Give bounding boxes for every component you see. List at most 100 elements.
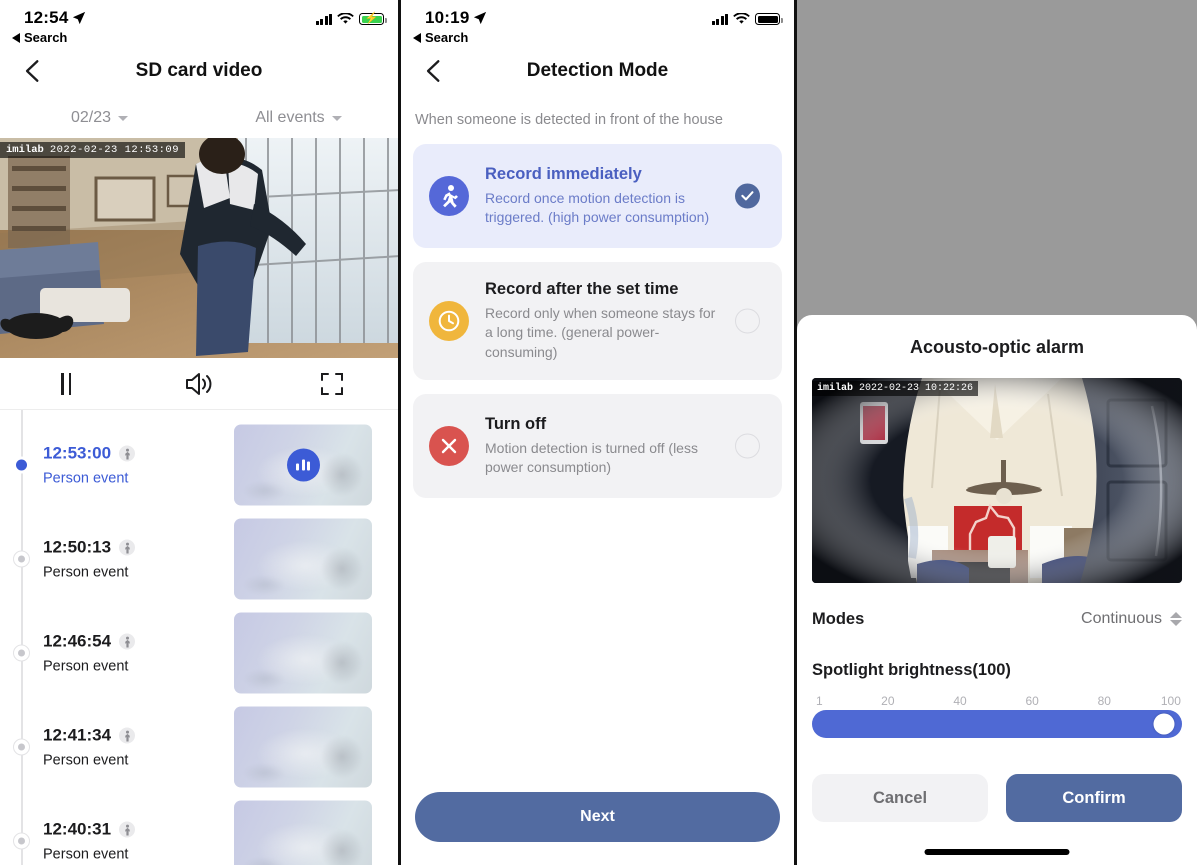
fullscreen-icon bbox=[320, 372, 343, 395]
slider-knob[interactable] bbox=[1153, 713, 1174, 735]
cancel-button[interactable]: Cancel bbox=[812, 774, 988, 822]
event-type-filter[interactable]: All events bbox=[199, 109, 398, 127]
event-thumbnail[interactable] bbox=[234, 800, 372, 865]
option-description: Record once motion detection is triggere… bbox=[485, 189, 710, 225]
video-player[interactable]: imilab 2022-02-23 12:53:09 bbox=[0, 138, 398, 358]
clock-icon bbox=[429, 300, 469, 341]
detection-hint: When someone is detected in front of the… bbox=[415, 112, 723, 128]
battery-icon: ⚡ bbox=[359, 12, 387, 25]
volume-icon bbox=[186, 372, 212, 395]
panel-detection-mode: 10:19 Search Detection Mode When someone… bbox=[401, 0, 797, 865]
status-time: 12:54 bbox=[24, 8, 86, 28]
check-icon bbox=[741, 191, 754, 201]
event-thumbnail[interactable] bbox=[234, 612, 372, 694]
back-to-search-label: Search bbox=[24, 30, 68, 45]
slider-track[interactable] bbox=[812, 710, 1182, 738]
nav-bar-mid: Detection Mode bbox=[401, 44, 794, 98]
option-radio[interactable] bbox=[735, 433, 760, 459]
modes-value: Continuous bbox=[1081, 610, 1162, 627]
option-radio-selected[interactable] bbox=[735, 183, 760, 209]
date-filter-label: 02/23 bbox=[70, 109, 112, 126]
event-info: 12:40:31 Person event bbox=[43, 820, 136, 863]
event-thumbnail[interactable] bbox=[234, 706, 372, 788]
spotlight-brightness-slider[interactable]: 1 20 40 60 80 100 bbox=[797, 694, 1197, 738]
back-button[interactable] bbox=[421, 58, 447, 84]
event-time: 12:50:13 bbox=[43, 537, 112, 557]
panel-activity-zone-detection: 10:22 Activity Zone Detection bbox=[797, 0, 1197, 865]
modes-row[interactable]: Modes Continuous bbox=[797, 593, 1197, 645]
event-time-row: 12:40:31 bbox=[43, 820, 136, 840]
slider-tick: 40 bbox=[953, 694, 967, 708]
battery-icon bbox=[755, 13, 783, 25]
option-radio[interactable] bbox=[735, 308, 760, 334]
pause-icon bbox=[61, 372, 72, 395]
sheet-actions: Cancel Confirm bbox=[812, 774, 1182, 822]
event-time: 12:41:34 bbox=[43, 725, 112, 745]
status-indicators-mid bbox=[711, 13, 783, 25]
list-item[interactable]: 12:46:54 Person event bbox=[0, 606, 398, 700]
detection-mode-options: Record immediately Record once motion de… bbox=[401, 128, 794, 498]
status-time: 10:19 bbox=[425, 8, 487, 28]
next-button[interactable]: Next bbox=[415, 792, 780, 842]
list-item[interactable]: 12:50:13 Person event bbox=[0, 512, 398, 606]
charging-bolt-icon: ⚡ bbox=[364, 12, 379, 25]
event-info: 12:50:13 Person event bbox=[43, 537, 136, 581]
wifi-icon bbox=[337, 13, 354, 24]
chevron-down-icon bbox=[331, 115, 342, 121]
option-turn-off[interactable]: Turn off Motion detection is turned off … bbox=[413, 393, 782, 498]
event-time-row: 12:41:34 bbox=[43, 725, 136, 746]
acousto-optic-alarm-sheet: Acousto-optic alarm imilab 2022-02-23 10… bbox=[797, 315, 1197, 865]
event-info: 12:46:54 Person event bbox=[43, 632, 136, 675]
camera-brand-label: imilab bbox=[817, 383, 854, 394]
filter-bar: 02/23 All events bbox=[0, 98, 398, 138]
timeline-dot bbox=[13, 738, 30, 756]
up-down-stepper-icon[interactable] bbox=[1170, 612, 1182, 626]
close-x-icon bbox=[429, 425, 469, 466]
nav-bar-left: SD card video bbox=[0, 44, 398, 98]
list-item[interactable]: 12:40:31 Person event bbox=[0, 794, 398, 865]
status-indicators-left: ⚡ bbox=[315, 12, 387, 25]
back-to-search[interactable]: Search bbox=[12, 30, 67, 45]
option-body: Record after the set time Record only wh… bbox=[485, 280, 766, 362]
slider-ticks: 1 20 40 60 80 100 bbox=[812, 694, 1182, 710]
list-item[interactable]: 12:41:34 Person event bbox=[0, 700, 398, 794]
slider-tick: 1 bbox=[816, 694, 823, 708]
event-timeline: 12:53:00 Person event 12:50:13 Person ev… bbox=[0, 410, 398, 865]
date-filter[interactable]: 02/23 bbox=[0, 109, 199, 127]
slider-fill bbox=[812, 710, 1182, 738]
location-arrow-icon bbox=[474, 11, 487, 25]
fullscreen-button[interactable] bbox=[265, 372, 398, 395]
camera-preview[interactable]: imilab 2022-02-23 10:22:26 bbox=[812, 378, 1182, 583]
pause-button[interactable] bbox=[0, 372, 133, 395]
walking-person-icon bbox=[429, 176, 469, 216]
event-time: 12:53:00 bbox=[43, 443, 112, 463]
back-to-search-label: Search bbox=[425, 30, 469, 45]
back-to-search[interactable]: Search bbox=[413, 30, 468, 45]
option-record-after-set-time[interactable]: Record after the set time Record only wh… bbox=[413, 262, 782, 380]
event-thumbnail[interactable] bbox=[234, 424, 372, 506]
thumbnail-image bbox=[234, 800, 372, 865]
back-button[interactable] bbox=[20, 58, 46, 84]
wifi-icon bbox=[733, 13, 750, 24]
slider-tick: 80 bbox=[1097, 694, 1111, 708]
slider-tick: 60 bbox=[1025, 694, 1039, 708]
camera-preview-timestamp: imilab 2022-02-23 10:22:26 bbox=[812, 381, 979, 396]
camera-stamp-label: 2022-02-23 12:53:09 bbox=[49, 144, 180, 156]
cellular-signal-icon bbox=[315, 13, 332, 25]
home-indicator bbox=[924, 849, 1070, 855]
event-label: Person event bbox=[43, 658, 129, 675]
status-time-text: 10:19 bbox=[425, 8, 470, 27]
now-playing-icon bbox=[286, 448, 320, 482]
event-info: 12:53:00 Person event bbox=[43, 443, 136, 487]
list-item[interactable]: 12:53:00 Person event bbox=[0, 418, 398, 512]
person-icon bbox=[119, 727, 136, 744]
option-description: Motion detection is turned off (less pow… bbox=[485, 439, 698, 475]
event-thumbnail[interactable] bbox=[234, 518, 372, 600]
timeline-dot bbox=[13, 456, 30, 474]
triangle-left-icon bbox=[413, 32, 421, 43]
option-record-immediately[interactable]: Record immediately Record once motion de… bbox=[413, 144, 782, 248]
status-bar-mid: 10:19 Search bbox=[401, 0, 794, 45]
volume-button[interactable] bbox=[133, 371, 266, 397]
event-label: Person event bbox=[43, 752, 129, 769]
confirm-button[interactable]: Confirm bbox=[1006, 774, 1182, 822]
